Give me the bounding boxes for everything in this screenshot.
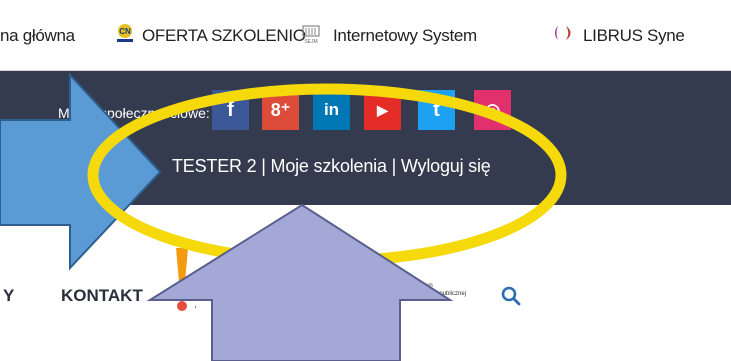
instagram-icon[interactable]: ◎ [474, 90, 511, 130]
bookmark-librus[interactable]: LIBRUS Syne [583, 26, 685, 46]
nav-item-partial[interactable]: Y [3, 286, 14, 306]
social-media-label: Media społecznościowe: [58, 105, 210, 121]
svg-text:CN: CN [119, 27, 131, 36]
search-icon[interactable] [500, 285, 522, 307]
youtube-icon[interactable]: ▶ [364, 90, 401, 130]
bip-logo-text: bip [384, 284, 401, 296]
svg-text:SEJM: SEJM [304, 39, 317, 44]
linkedin-icon[interactable]: in [313, 90, 350, 130]
separator: | [391, 156, 397, 176]
user-menu: TESTER 2 | Moje szkolenia | Wyloguj się [172, 156, 491, 177]
twitter-icon[interactable]: t [418, 90, 455, 130]
bookmark-home[interactable]: na główna [0, 26, 75, 46]
logout-link[interactable]: Wyloguj się [401, 156, 491, 176]
bip-logo-icon[interactable]: bip biuletyn informacji publicznej [376, 277, 486, 303]
bookmarks-bar: na główna CN OFERTA SZKOLENIO SEJM Inter… [0, 0, 731, 71]
bip-line1: biuletyn [412, 283, 433, 289]
sejm-building-icon: SEJM [302, 25, 320, 44]
site-logo-icon[interactable] [166, 248, 196, 328]
separator: | [261, 156, 266, 176]
nav-item-kontakt[interactable]: KONTAKT [61, 286, 143, 306]
facebook-icon[interactable]: f [212, 90, 249, 130]
bip-line2: informacji publicznej [412, 291, 466, 297]
bookmark-internetowy-system[interactable]: Internetowy System [333, 26, 477, 46]
cn-logo-icon: CN [117, 24, 133, 42]
bookmark-oferta-szkoleniowa[interactable]: OFERTA SZKOLENIO [142, 26, 306, 46]
user-name-link[interactable]: TESTER 2 [172, 156, 257, 176]
my-trainings-link[interactable]: Moje szkolenia [271, 156, 387, 176]
librus-logo-icon [555, 26, 571, 40]
google-plus-icon[interactable]: 8⁺ [262, 90, 299, 130]
